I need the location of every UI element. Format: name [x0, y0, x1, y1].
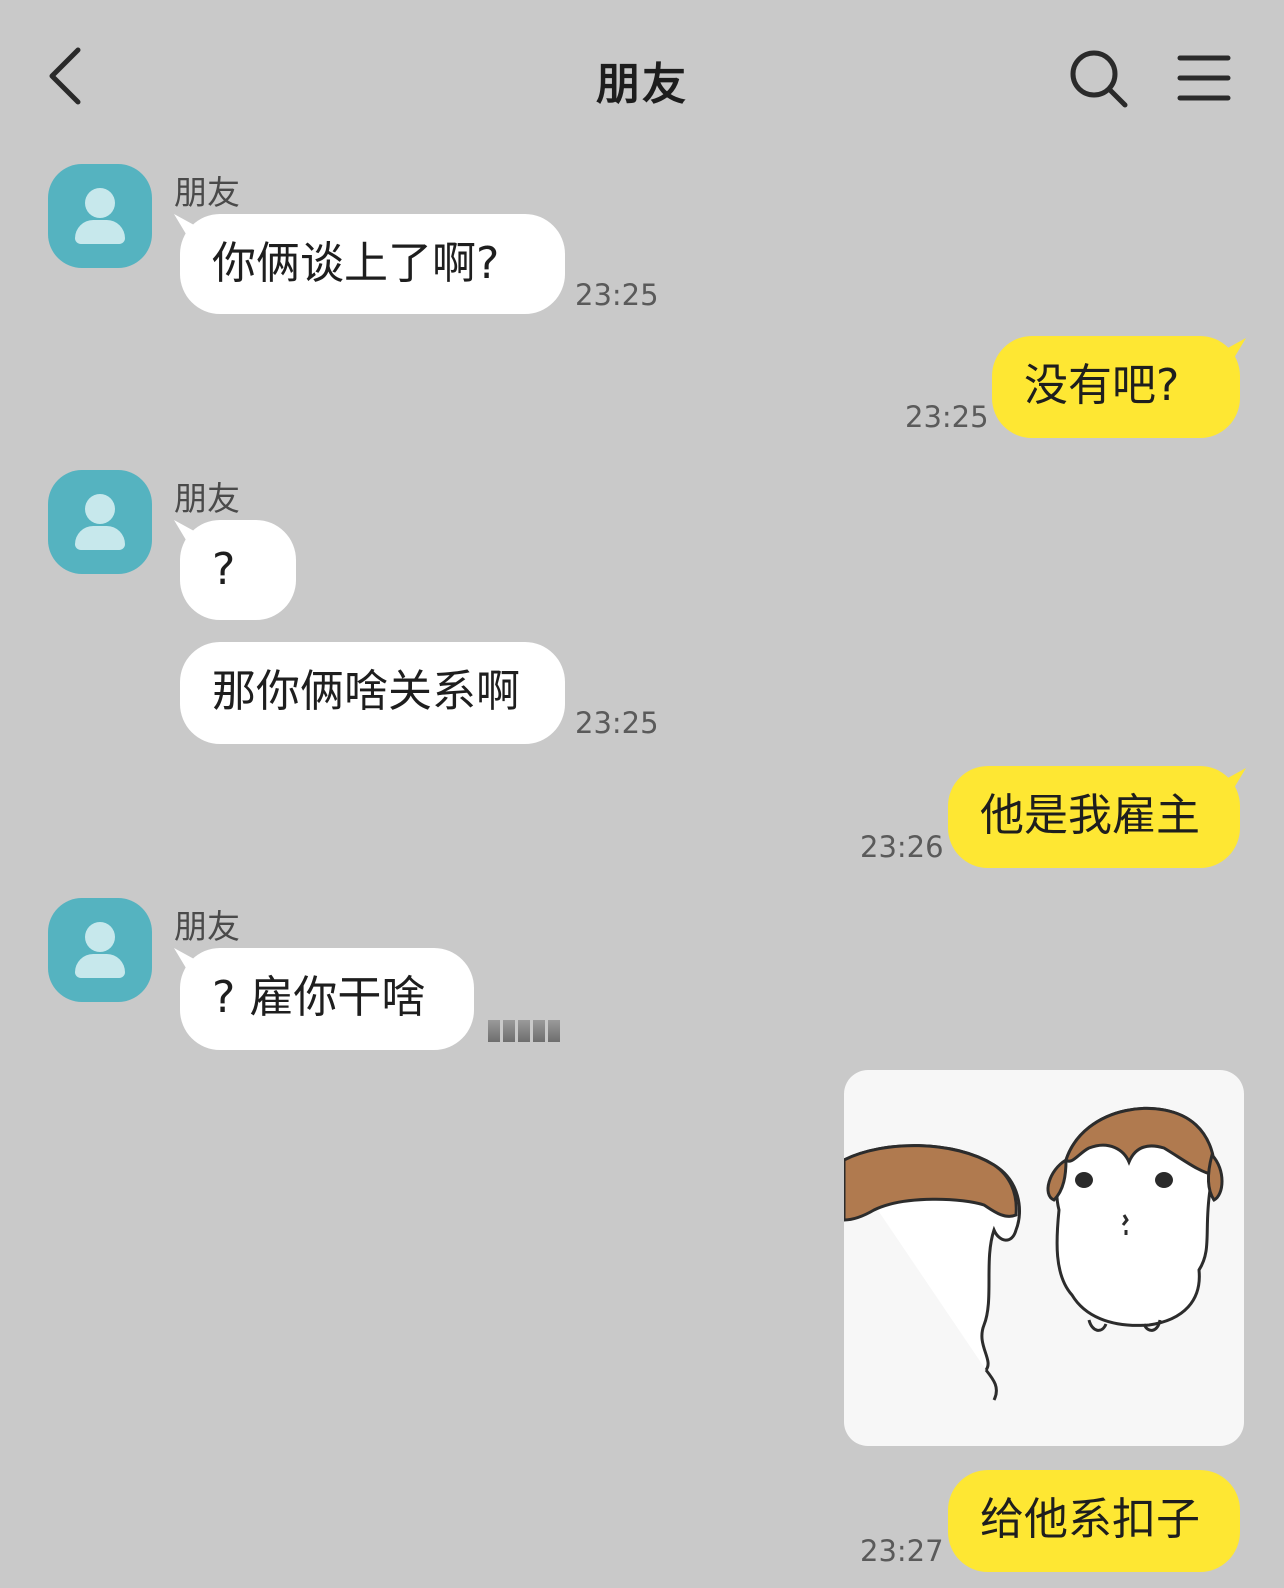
- person-icon: [85, 494, 115, 524]
- sender-name: 朋友: [174, 479, 240, 518]
- message-timestamp: 23:25: [905, 400, 989, 434]
- contact-avatar[interactable]: [48, 898, 152, 1002]
- contact-avatar[interactable]: [48, 470, 152, 574]
- two-puppies-sticker[interactable]: [844, 1070, 1244, 1446]
- menu-button[interactable]: [1176, 54, 1232, 102]
- person-icon: [85, 922, 115, 952]
- incoming-message-bubble[interactable]: 你俩谈上了啊?: [180, 214, 565, 314]
- message-timestamp: 23:26: [860, 830, 944, 864]
- search-button[interactable]: [1068, 48, 1130, 110]
- puppy-illustration: [844, 1106, 1224, 1401]
- outgoing-message-bubble[interactable]: 他是我雇主: [948, 766, 1240, 868]
- message-timestamp: 23:25: [575, 278, 659, 312]
- outgoing-message-bubble[interactable]: 没有吧?: [992, 336, 1240, 438]
- incoming-message-bubble[interactable]: ?: [180, 520, 296, 620]
- incoming-message-bubble[interactable]: 那你俩啥关系啊: [180, 642, 565, 744]
- message-timestamp: 23:27: [860, 1534, 944, 1568]
- person-icon: [85, 188, 115, 218]
- message-timestamp: 23:25: [575, 706, 659, 740]
- outgoing-message-bubble[interactable]: 给他系扣子: [948, 1470, 1240, 1572]
- sender-name: 朋友: [174, 173, 240, 212]
- search-icon: [1070, 50, 1128, 108]
- hamburger-menu-icon: [1177, 55, 1231, 101]
- sender-name: 朋友: [174, 907, 240, 946]
- contact-avatar[interactable]: [48, 164, 152, 268]
- incoming-message-bubble[interactable]: ? 雇你干啥: [180, 948, 474, 1050]
- typing-indicator: [488, 1020, 563, 1046]
